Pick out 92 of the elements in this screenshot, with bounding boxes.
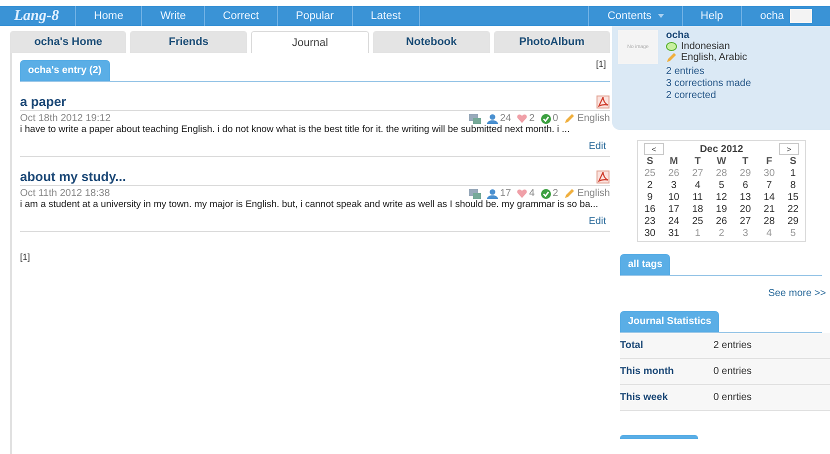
entry-language: English (577, 188, 610, 199)
calendar-day[interactable]: 31 (662, 228, 686, 239)
weekday-label: T (694, 156, 702, 167)
check-icon (540, 188, 551, 198)
entry-date: Oct 18th 2012 19:12 (20, 113, 112, 124)
caret-icon (658, 14, 664, 18)
calendar-day[interactable]: 24 (662, 216, 686, 227)
comment-icon (468, 114, 481, 124)
entry-title-link[interactable]: about my study... (20, 169, 126, 184)
profile-tab[interactable]: Notebook (373, 31, 490, 53)
next-month-button[interactable]: > (779, 143, 799, 155)
weekday-label: M (668, 156, 679, 167)
person-icon (486, 114, 498, 124)
pencil-icon (564, 113, 576, 124)
calendar-day[interactable]: 10 (662, 192, 686, 203)
like-count: 2 (529, 113, 535, 124)
stat-value: 0 enrties (713, 392, 753, 403)
profile-name[interactable]: ocha (666, 30, 752, 41)
calendar-day[interactable]: 6 (733, 180, 758, 191)
person-icon (486, 188, 498, 198)
stat-label: Total (620, 340, 644, 351)
previous-month-button[interactable]: < (644, 143, 664, 155)
stat-label: This month (620, 366, 675, 377)
calendar-day[interactable]: 9 (638, 192, 662, 203)
calendar-day[interactable]: 22 (781, 204, 805, 215)
calendar-day[interactable]: 7 (757, 180, 782, 191)
calendar-day[interactable]: 20 (733, 204, 758, 215)
entry-excerpt: i am a student at a university in my town. my major is English. but, i cannot speak and write as well as I should be. my grammar is so ba... (20, 199, 600, 211)
pencil-icon (666, 52, 677, 63)
entry-language: English (577, 113, 610, 124)
heart-icon (517, 114, 528, 123)
weekday-label: W (716, 156, 728, 167)
weekday-label: S (788, 156, 798, 167)
edit-link[interactable]: Edit (588, 141, 606, 152)
stat-label: This week (620, 392, 669, 403)
profile-tab[interactable]: PhotoAlbum (494, 31, 610, 53)
calendar-day[interactable]: 17 (662, 204, 686, 215)
correction-count: 0 (552, 113, 558, 124)
calendar-day[interactable]: 19 (710, 204, 734, 215)
native-language: Indonesian (681, 41, 730, 52)
pencil-icon (564, 188, 576, 199)
weekday-label: S (646, 156, 654, 167)
calendar-day[interactable]: 3 (662, 180, 686, 191)
entry-excerpt: i have to write a paper about teaching English. i do not know what is the best title for it. the writing will be submitted next month. i ... (20, 124, 571, 136)
profile-tab[interactable]: Journal (250, 31, 370, 53)
calendar-day[interactable]: 23 (638, 216, 662, 227)
calendar-day[interactable]: 11 (686, 192, 710, 203)
calendar-day[interactable]: 30 (638, 228, 662, 239)
view-count: 24 (500, 113, 512, 124)
weekday-label: T (741, 156, 750, 167)
entry-date: Oct 11th 2012 18:38 (20, 188, 111, 199)
see-more-link[interactable]: See more >> (768, 288, 826, 299)
calendar-day[interactable]: 14 (757, 192, 782, 203)
calendar-day[interactable]: 13 (733, 192, 758, 203)
calendar-day[interactable]: 27 (733, 216, 758, 227)
edit-link[interactable]: Edit (588, 216, 606, 227)
learning-languages: English, Arabic (681, 52, 748, 63)
view-count: 17 (500, 188, 512, 199)
profile-stat-link[interactable]: 2 entries (666, 66, 752, 78)
profile-tab[interactable]: Friends (130, 31, 247, 53)
calendar-day[interactable]: 29 (781, 216, 805, 227)
speech-bubble-icon (666, 42, 677, 52)
calendar-month: Dec 2012 (700, 144, 744, 154)
profile-stat-link[interactable]: 3 corrections made (666, 78, 752, 90)
pager-link[interactable]: [1] (20, 252, 30, 262)
calendar-day[interactable]: 21 (757, 204, 782, 215)
profile-tab[interactable]: ocha's Home (10, 31, 126, 53)
stat-value: 2 entries (713, 340, 753, 351)
heart-icon (517, 189, 528, 198)
entry-title-link[interactable]: a paper (20, 94, 66, 109)
calendar-day[interactable]: 5 (710, 180, 734, 191)
weekday-label: F (765, 156, 774, 167)
calendar-day[interactable]: 28 (757, 216, 782, 227)
stat-value: 0 entries (713, 366, 753, 377)
calendar-day[interactable]: 8 (781, 180, 805, 191)
calendar-day[interactable]: 26 (710, 216, 734, 227)
calendar-day[interactable]: 15 (781, 192, 805, 203)
check-icon (540, 114, 551, 124)
calendar-day[interactable]: 2 (638, 180, 662, 191)
comment-icon (468, 188, 481, 198)
like-count: 4 (529, 188, 535, 199)
calendar-day[interactable]: 4 (686, 180, 710, 191)
calendar-day[interactable]: 18 (686, 204, 710, 215)
pdf-icon[interactable] (596, 94, 610, 108)
profile-stat-link[interactable]: 2 corrected (666, 90, 752, 102)
calendar-day[interactable]: 16 (638, 204, 662, 215)
calendar-day[interactable]: 1 (781, 168, 805, 179)
pdf-icon[interactable] (596, 170, 610, 184)
calendar-day[interactable]: 25 (686, 216, 710, 227)
calendar-day[interactable]: 12 (710, 192, 734, 203)
correction-count: 2 (552, 188, 558, 199)
pager-link[interactable]: [1] (596, 59, 610, 69)
